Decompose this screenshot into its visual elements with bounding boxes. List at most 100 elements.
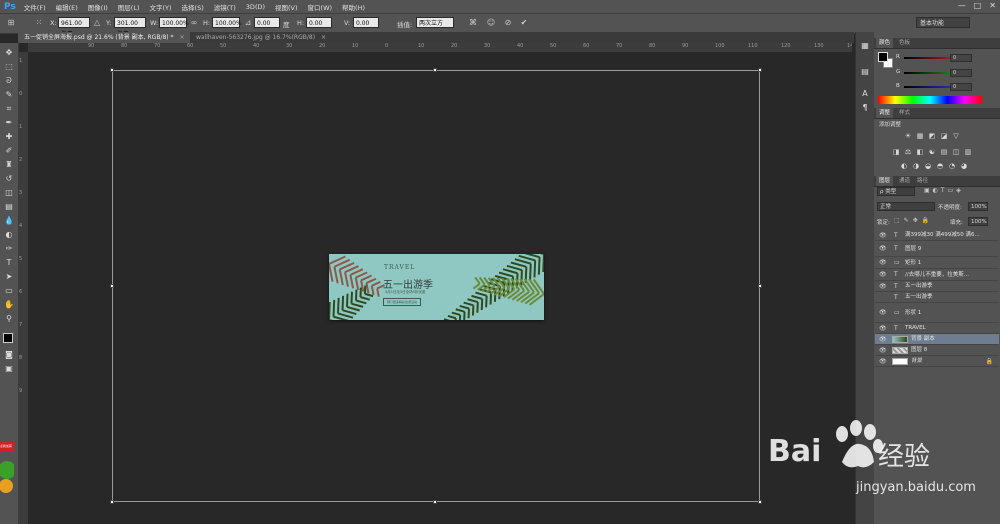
lock-icons[interactable]: ⬚✎✥🔒 bbox=[894, 217, 933, 224]
gradient-tool-icon[interactable]: ▤ bbox=[3, 201, 15, 212]
adjustment-icon[interactable]: ◩ bbox=[928, 132, 936, 140]
adjustment-icon[interactable]: ◐ bbox=[900, 162, 908, 170]
relative-position-icon[interactable]: △ bbox=[92, 18, 102, 28]
slider-green[interactable]: G 0 bbox=[894, 69, 994, 77]
layer-row[interactable]: 👁 背景 副本 bbox=[875, 334, 999, 345]
quick-mask-icon[interactable]: ◙ bbox=[3, 349, 15, 360]
transform-handle[interactable] bbox=[433, 68, 437, 72]
blur-tool-icon[interactable]: 💧 bbox=[3, 215, 15, 226]
pen-tool-icon[interactable]: ✑ bbox=[3, 243, 15, 254]
adjustment-icon[interactable]: ☯ bbox=[928, 148, 936, 156]
layer-row[interactable]: 👁 T //去哪儿不重要，拉美斯... bbox=[875, 269, 999, 281]
adjustment-icon[interactable]: ◧ bbox=[916, 148, 924, 156]
adjustment-icon[interactable]: ▽ bbox=[952, 132, 960, 140]
quick-select-tool-icon[interactable]: ✎ bbox=[3, 89, 15, 100]
cancel-transform-icon[interactable]: ⊘ bbox=[503, 18, 513, 28]
promo-badge[interactable]: 点我加薪 bbox=[0, 440, 16, 500]
vskew-field[interactable]: 0.00 bbox=[353, 17, 379, 28]
layer-filter-select[interactable]: ρ 类型 bbox=[877, 187, 915, 196]
slider-value[interactable]: 0 bbox=[950, 69, 972, 77]
menu-filter[interactable]: 滤镜(T) bbox=[214, 2, 236, 12]
tab-channels[interactable]: 通道 bbox=[896, 176, 913, 186]
adjustment-icon[interactable]: ⚖ bbox=[904, 148, 912, 156]
layer-row[interactable]: 👁 T 图层 9 bbox=[875, 241, 999, 257]
adjustment-icon[interactable]: ◪ bbox=[940, 132, 948, 140]
history-brush-icon[interactable]: ↺ bbox=[3, 173, 15, 184]
y-field[interactable]: 301.00 像素 bbox=[114, 17, 146, 38]
close-button[interactable]: ✕ bbox=[989, 1, 996, 10]
menu-image[interactable]: 图像(I) bbox=[88, 2, 108, 12]
stamp-tool-icon[interactable]: ♜ bbox=[3, 159, 15, 170]
x-field[interactable]: 961.00 像素 bbox=[58, 17, 90, 38]
person-icon[interactable]: ☺ bbox=[486, 18, 496, 28]
slider-value[interactable]: 0 bbox=[950, 54, 972, 62]
menu-file[interactable]: 文件(F) bbox=[24, 2, 46, 12]
menu-3d[interactable]: 3D(D) bbox=[246, 3, 265, 11]
blend-mode-select[interactable]: 正常 bbox=[877, 202, 935, 211]
color-foreground-swatch[interactable] bbox=[878, 52, 888, 62]
transform-handle[interactable] bbox=[110, 68, 114, 72]
paragraph-icon[interactable]: ¶ bbox=[859, 102, 871, 114]
transform-tool-icon[interactable]: ⊞ bbox=[6, 18, 16, 28]
layer-row[interactable]: T 五一出游季 bbox=[875, 292, 999, 303]
maximize-button[interactable]: □ bbox=[974, 1, 982, 10]
hskew-field[interactable]: 0.00 bbox=[306, 17, 332, 28]
layer-row[interactable]: 👁 背景 🔒 bbox=[875, 356, 999, 367]
layer-row[interactable]: 👁 图层 8 bbox=[875, 345, 999, 356]
width-field[interactable]: 100.00% bbox=[159, 17, 189, 28]
workspace-select[interactable]: 基本功能 bbox=[916, 17, 970, 28]
menu-help[interactable]: 帮助(H) bbox=[342, 2, 365, 12]
crop-tool-icon[interactable]: ⌗ bbox=[3, 103, 15, 114]
visibility-eye-icon[interactable]: 👁 bbox=[879, 323, 887, 334]
move-tool-icon[interactable]: ✥ bbox=[3, 47, 15, 58]
layer-row[interactable]: 👁 T TRAVEL bbox=[875, 323, 999, 334]
marquee-tool-icon[interactable]: ⬚ bbox=[3, 61, 15, 72]
adjustment-icon[interactable]: ☀ bbox=[904, 132, 912, 140]
poster-artwork[interactable]: TRAVEL 五一出游季 5月1日至5日全场5折优惠 预订更多精彩出游活动 bbox=[329, 254, 544, 320]
transform-handle[interactable] bbox=[758, 68, 762, 72]
tab-color[interactable]: 颜色 bbox=[876, 38, 894, 48]
fill-field[interactable]: 100% bbox=[968, 217, 988, 226]
zoom-tool-icon[interactable]: ⚲ bbox=[3, 313, 15, 324]
visibility-eye-icon[interactable]: 👁 bbox=[879, 257, 887, 269]
type-tool-icon[interactable]: T bbox=[3, 257, 15, 268]
angle-field[interactable]: 0.00 bbox=[254, 17, 280, 28]
tab-adjustments[interactable]: 调整 bbox=[876, 108, 894, 118]
warp-icon[interactable]: ⌘ bbox=[468, 18, 478, 28]
adjustment-icon[interactable]: ◕ bbox=[960, 162, 968, 170]
visibility-eye-icon[interactable]: 👁 bbox=[879, 356, 887, 367]
properties-icon[interactable]: ▤ bbox=[859, 66, 871, 78]
adjustment-icon[interactable]: ▥ bbox=[964, 148, 972, 156]
layer-row[interactable]: 👁 ▭ 矩形 1 bbox=[875, 257, 999, 269]
visibility-eye-icon[interactable]: 👁 bbox=[879, 303, 887, 323]
healing-tool-icon[interactable]: ✚ bbox=[3, 131, 15, 142]
menu-window[interactable]: 窗口(W) bbox=[308, 2, 333, 12]
tab-close-icon[interactable]: × bbox=[321, 34, 326, 41]
history-icon[interactable]: ▦ bbox=[859, 40, 871, 52]
commit-transform-icon[interactable]: ✔ bbox=[519, 18, 529, 28]
link-icon[interactable]: ∞ bbox=[189, 18, 199, 28]
reference-point-icon[interactable]: ⁙ bbox=[34, 18, 44, 28]
slider-blue[interactable]: B 0 bbox=[894, 83, 994, 91]
path-select-tool-icon[interactable]: ➤ bbox=[3, 271, 15, 282]
shape-tool-icon[interactable]: ▭ bbox=[3, 285, 15, 296]
layer-row[interactable]: 👁 T 满399减30 满499减50 满6... bbox=[875, 230, 999, 241]
foreground-color-swatch[interactable] bbox=[3, 333, 13, 343]
eyedropper-tool-icon[interactable]: ✒ bbox=[3, 117, 15, 128]
menu-select[interactable]: 选择(S) bbox=[182, 2, 204, 12]
tab-close-icon[interactable]: × bbox=[180, 34, 185, 41]
adjustment-icon[interactable]: ◒ bbox=[924, 162, 932, 170]
opacity-field[interactable]: 100% bbox=[968, 202, 988, 211]
transform-handle[interactable] bbox=[758, 284, 762, 288]
interpolation-select[interactable]: 两次立方 bbox=[416, 17, 454, 28]
height-field[interactable]: 100.00% bbox=[212, 17, 242, 28]
adjustment-icon[interactable]: ◫ bbox=[952, 148, 960, 156]
visibility-eye-icon[interactable]: 👁 bbox=[879, 241, 887, 257]
visibility-eye-icon[interactable]: 👁 bbox=[879, 334, 887, 345]
menu-edit[interactable]: 编辑(E) bbox=[56, 2, 78, 12]
tab-poster-psd[interactable]: 五一促销全屏海报.psd @ 21.6% (背景 副本, RGB/8) * × bbox=[18, 32, 190, 43]
adjustment-icon[interactable]: ◓ bbox=[936, 162, 944, 170]
adjustment-icon[interactable]: ▦ bbox=[916, 132, 924, 140]
character-icon[interactable]: A bbox=[859, 88, 871, 100]
transform-handle[interactable] bbox=[110, 284, 114, 288]
